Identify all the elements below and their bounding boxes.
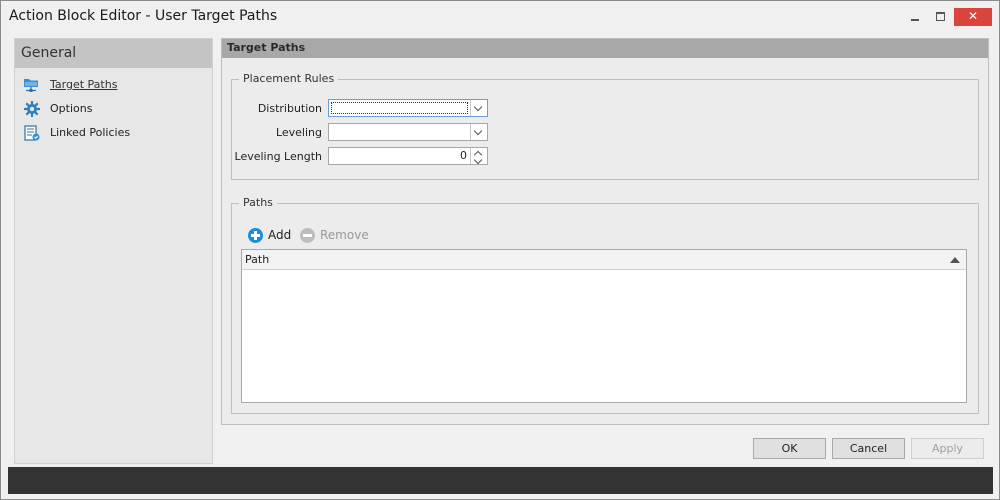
leveling-label: Leveling — [275, 126, 322, 139]
leveling-length-value: 0 — [460, 149, 467, 162]
paths-legend: Paths — [239, 196, 277, 209]
distribution-label: Distribution — [257, 102, 322, 115]
ok-button[interactable]: OK — [753, 438, 826, 459]
focus-rect — [331, 102, 468, 114]
sidebar-item-label: Target Paths — [50, 78, 118, 91]
add-path-button[interactable]: Add — [248, 227, 298, 245]
paths-grid[interactable]: Path — [241, 249, 967, 403]
remove-icon — [300, 228, 315, 243]
remove-path-button[interactable]: Remove — [300, 227, 370, 245]
folder-network-icon — [23, 76, 41, 94]
close-button[interactable]: ✕ — [954, 8, 992, 26]
grid-header[interactable]: Path — [242, 250, 966, 270]
chevron-down-icon[interactable] — [470, 100, 487, 116]
chevron-down-icon[interactable] — [473, 155, 483, 165]
close-icon: ✕ — [967, 9, 979, 23]
spin-buttons[interactable] — [470, 148, 487, 165]
apply-button[interactable]: Apply — [911, 438, 984, 459]
placement-rules-legend: Placement Rules — [239, 72, 339, 85]
add-icon — [248, 228, 263, 243]
gear-icon — [23, 100, 41, 118]
leveling-dropdown[interactable] — [328, 123, 488, 141]
window-title: Action Block Editor - User Target Paths — [9, 8, 278, 24]
cancel-button[interactable]: Cancel — [832, 438, 905, 459]
sidebar: General Target Paths Options Linked Poli… — [14, 38, 213, 464]
remove-label: Remove — [320, 228, 369, 242]
sort-ascending-icon[interactable] — [950, 257, 960, 263]
chevron-down-icon[interactable] — [470, 124, 487, 140]
panel-title: Target Paths — [227, 41, 306, 54]
sidebar-item-options[interactable]: Options — [23, 100, 203, 118]
sidebar-header: General — [15, 39, 212, 68]
policy-document-icon — [23, 124, 41, 142]
distribution-dropdown[interactable] — [328, 99, 488, 117]
status-bar — [8, 467, 993, 494]
sidebar-item-target-paths[interactable]: Target Paths — [23, 76, 203, 94]
sidebar-item-linked-policies[interactable]: Linked Policies — [23, 124, 203, 142]
column-header-path[interactable]: Path — [245, 253, 269, 266]
panel-header: Target Paths — [222, 39, 988, 58]
title-bar: Action Block Editor - User Target Paths … — [1, 1, 999, 32]
maximize-button[interactable] — [927, 8, 955, 26]
leveling-length-label: Leveling Length — [234, 150, 322, 163]
sidebar-item-label: Options — [50, 102, 93, 115]
leveling-length-stepper[interactable]: 0 — [328, 147, 488, 165]
sidebar-item-label: Linked Policies — [50, 126, 131, 139]
dialog-window: Action Block Editor - User Target Paths … — [0, 0, 1000, 500]
minimize-button[interactable] — [901, 8, 929, 26]
add-label: Add — [268, 228, 292, 242]
sidebar-header-label: General — [21, 45, 77, 61]
